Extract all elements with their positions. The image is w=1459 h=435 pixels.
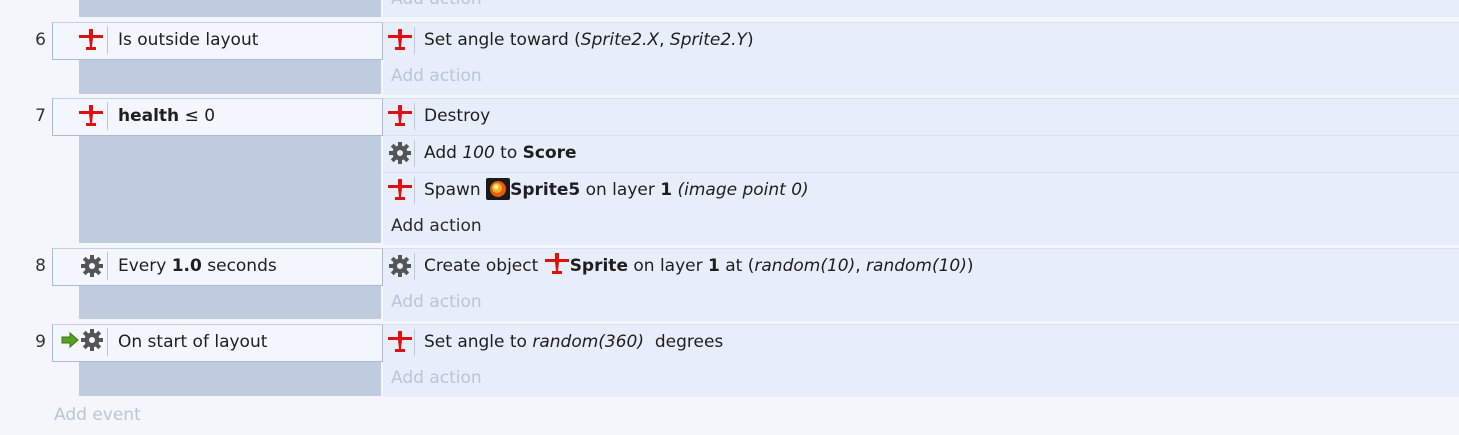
event-number: 8	[35, 256, 46, 276]
action-create-object[interactable]: Create object Sprite on layer 1 at (rand…	[383, 248, 1459, 285]
add-action-link[interactable]: Add action	[383, 285, 1459, 321]
plane-icon	[387, 329, 413, 355]
add-action-prev[interactable]: Add action	[383, 0, 1459, 17]
action-text: Create object Sprite on layer 1 at (rand…	[424, 249, 974, 289]
plane-icon	[387, 177, 413, 203]
condition-area-prev	[79, 0, 381, 17]
action-add-to-score[interactable]: Add 100 to Score	[383, 135, 1459, 172]
add-action-link[interactable]: Add action	[383, 361, 1459, 397]
add-event-link[interactable]: Add event	[54, 402, 141, 428]
plane-icon	[53, 99, 107, 133]
explosion-icon	[486, 178, 511, 213]
action-destroy[interactable]: Destroy	[383, 98, 1459, 135]
add-action-link[interactable]: Add action	[383, 209, 1459, 245]
plane-icon	[544, 252, 570, 289]
action-spawn[interactable]: Spawn Sprite5 on layer 1 (image point 0)	[383, 172, 1459, 209]
action-set-angle-toward[interactable]: Set angle toward (Sprite2.X, Sprite2.Y)	[383, 22, 1459, 59]
plane-icon	[387, 27, 413, 53]
plane-icon	[53, 23, 107, 57]
condition-text: health ≤ 0	[118, 106, 216, 126]
action-text: Destroy	[424, 106, 491, 126]
condition-text: Every 1.0 seconds	[118, 256, 277, 276]
gear-icon	[387, 253, 413, 279]
action-text: Set angle toward (Sprite2.X, Sprite2.Y)	[424, 30, 754, 50]
condition-every-seconds[interactable]: Every 1.0 seconds	[52, 248, 383, 286]
action-text: Add 100 to Score	[424, 143, 577, 163]
condition-text: Is outside layout	[118, 30, 259, 50]
add-action-link[interactable]: Add action	[383, 59, 1459, 95]
gear-icon	[80, 328, 104, 357]
event-number: 6	[35, 30, 46, 50]
condition-is-outside-layout[interactable]: Is outside layout	[52, 22, 383, 60]
action-set-angle[interactable]: Set angle to random(360) degrees	[383, 324, 1459, 361]
plane-icon	[387, 103, 413, 129]
condition-on-start-of-layout[interactable]: On start of layout	[52, 324, 383, 362]
trigger-arrow-icon	[61, 331, 79, 353]
action-text: Set angle to random(360) degrees	[424, 332, 724, 352]
action-text: Spawn Sprite5 on layer 1 (image point 0)	[424, 173, 809, 213]
gear-icon	[387, 140, 413, 166]
gear-icon	[53, 249, 107, 283]
condition-text: On start of layout	[118, 332, 268, 352]
event-number: 7	[35, 106, 46, 126]
event-number: 9	[35, 332, 46, 352]
condition-health-compare[interactable]: health ≤ 0	[52, 98, 383, 136]
